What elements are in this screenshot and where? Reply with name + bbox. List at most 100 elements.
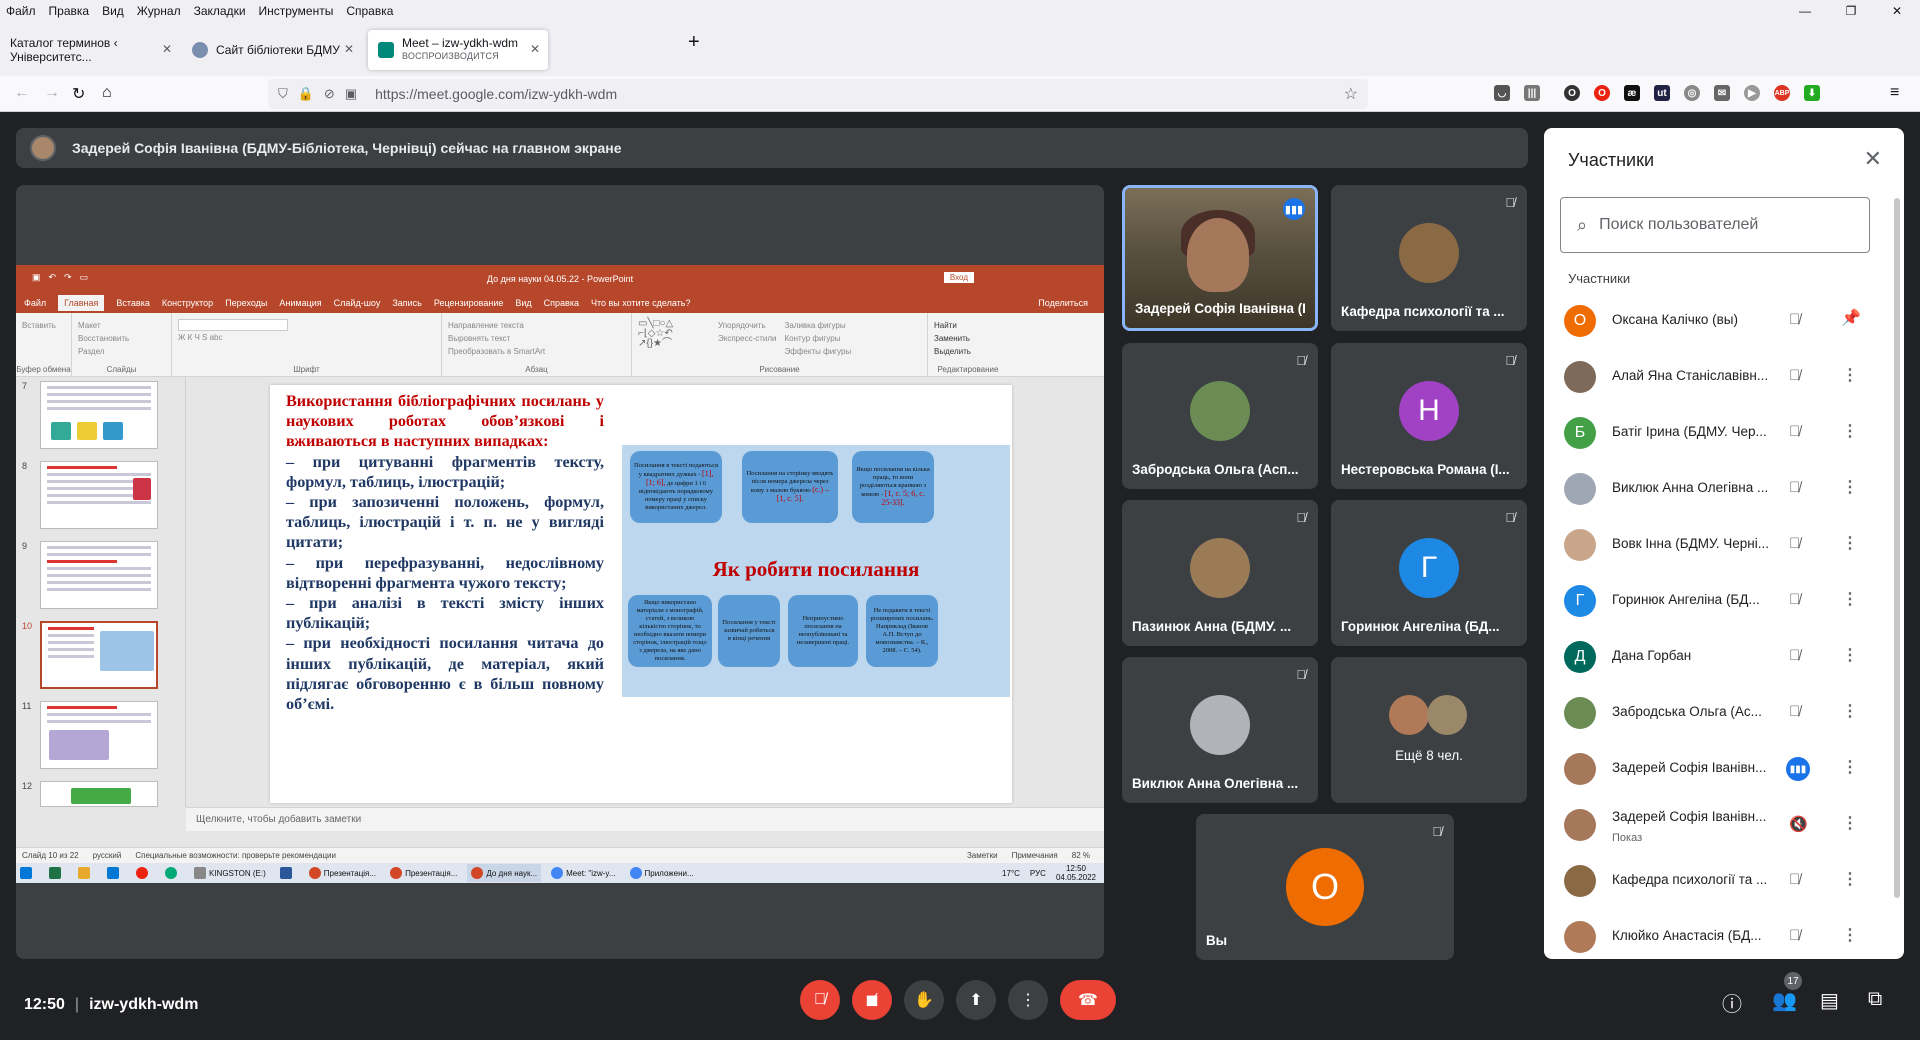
font-format-buttons[interactable]: Ж К Ч S abc <box>178 331 435 344</box>
reload-icon[interactable]: ↻ <box>72 84 85 104</box>
ut-icon[interactable]: ut <box>1654 85 1670 101</box>
mail-icon[interactable]: ✉ <box>1714 85 1730 101</box>
participant-row[interactable]: Кафедра психології та ... 🎙̸ ⋮ <box>1544 853 1888 909</box>
select-button[interactable]: Выделить <box>934 345 1002 358</box>
mic-off-icon[interactable]: 🎙̸ <box>1789 479 1800 496</box>
tile-zaderei[interactable]: ▮▮▮ Задерей Софія Іванівна (БДМУ-Бібліот… <box>1122 185 1318 331</box>
close-icon[interactable]: ✕ <box>344 42 354 56</box>
participant-row[interactable]: Клюйко Анастасія (БД... 🎙̸ ⋮ <box>1544 909 1888 959</box>
menu-file[interactable]: Файл <box>6 4 36 18</box>
notes-pane[interactable]: Щелкните, чтобы добавить заметки <box>186 807 1104 831</box>
ppt-login-button[interactable]: Вход <box>943 272 974 283</box>
slide-thumbnail[interactable] <box>40 381 158 449</box>
paste-button[interactable]: Вставить <box>22 319 65 332</box>
raise-hand-icon[interactable]: ✋ <box>904 980 944 1020</box>
ppt-tab[interactable]: Главная <box>58 295 105 311</box>
tile-pazyniuk[interactable]: 🎙̸ Пазинюк Анна (БДМУ. ... <box>1122 500 1318 646</box>
shape-fill-button[interactable]: Заливка фигуры <box>785 319 852 332</box>
find-button[interactable]: Найти <box>934 319 1002 332</box>
more-vert-icon[interactable]: ⋮ <box>1842 701 1858 721</box>
translate-icon[interactable]: ◎ <box>1684 85 1700 101</box>
ppt-tab[interactable]: Запись <box>392 298 422 308</box>
pin-icon[interactable]: 📌 <box>1841 308 1861 328</box>
new-tab-icon[interactable]: + <box>688 31 700 54</box>
menu-view[interactable]: Вид <box>102 4 124 18</box>
star-icon[interactable]: ☆ <box>1344 84 1358 104</box>
more-vert-icon[interactable]: ⋮ <box>1842 477 1858 497</box>
menu-bookmarks[interactable]: Закладки <box>194 4 246 18</box>
taskbar-app[interactable] <box>132 864 155 882</box>
menu-help[interactable]: Справка <box>346 4 393 18</box>
participant-row[interactable]: Б Батіг Ірина (БДМУ. Чер... 🎙̸ ⋮ <box>1544 405 1888 461</box>
layout-button[interactable]: Макет <box>78 319 165 332</box>
mic-off-icon[interactable]: 🎙̸ <box>1789 647 1800 664</box>
mic-off-icon[interactable]: 🎙̸ <box>800 980 840 1020</box>
ppt-tab[interactable]: Слайд-шоу <box>334 298 381 308</box>
shape-outline-button[interactable]: Контур фигуры <box>785 332 852 345</box>
home-icon[interactable]: ⌂ <box>102 84 112 102</box>
end-call-icon[interactable]: ☎ <box>1060 980 1116 1020</box>
more-vert-icon[interactable]: ⋮ <box>1842 421 1858 441</box>
font-name-input[interactable] <box>178 319 288 331</box>
shape-effects-button[interactable]: Эффекты фигуры <box>785 345 852 358</box>
participant-row[interactable]: Задерей Софія Іванівн... ▮▮▮ ⋮ <box>1544 741 1888 797</box>
play-icon[interactable]: ▶ <box>1744 85 1760 101</box>
participant-row[interactable]: Д Дана Горбан 🎙̸ ⋮ <box>1544 629 1888 685</box>
mic-off-icon[interactable]: 🎙̸ <box>1789 871 1800 888</box>
shapes-gallery[interactable]: ▭╲□○△ ⌐⌊◇☆↶ ↗{}★⌒ <box>638 319 714 355</box>
close-window-icon[interactable]: ✕ <box>1874 0 1920 22</box>
forward-arrow-icon[interactable]: → <box>44 84 60 102</box>
current-slide[interactable]: Використання бібліографічних посилань у … <box>270 385 1012 803</box>
participant-row[interactable]: Г Горинюк Ангеліна (БД... 🎙̸ ⋮ <box>1544 573 1888 629</box>
input-language[interactable]: РУС <box>1030 869 1046 878</box>
more-vert-icon[interactable]: ⋮ <box>1842 925 1858 945</box>
chat-icon[interactable]: ▤ <box>1820 988 1839 1013</box>
search-input[interactable]: ⌕ Поиск пользователей <box>1560 197 1870 253</box>
section-button[interactable]: Раздел <box>78 345 165 358</box>
download-icon[interactable]: ⬇ <box>1804 85 1820 101</box>
slide-thumbnail[interactable] <box>40 701 158 769</box>
ppt-tell-me[interactable]: Что вы хотите сделать? <box>591 298 691 308</box>
ppt-tab[interactable]: Вставка <box>116 298 149 308</box>
library-icon[interactable]: ||| <box>1524 85 1540 101</box>
taskbar-app[interactable] <box>74 864 97 882</box>
ppt-share[interactable]: Поделиться <box>1038 298 1088 308</box>
taskbar-app[interactable]: Meet: "izw-y... <box>547 864 619 882</box>
participant-row[interactable]: Задерей Софія Іванівн... Показ 🔇 ⋮ <box>1544 797 1888 853</box>
close-icon[interactable]: ✕ <box>530 42 540 56</box>
text-direction-button[interactable]: Направление текста <box>448 319 625 332</box>
more-vert-icon[interactable]: ⋮ <box>1842 365 1858 385</box>
smartart-button[interactable]: Преобразовать в SmartArt <box>448 345 625 358</box>
tile-kafedra[interactable]: 🎙̸ Кафедра психології та ... <box>1331 185 1527 331</box>
panel-scrollbar[interactable] <box>1892 190 1902 950</box>
taskbar-app[interactable] <box>103 864 126 882</box>
participant-row[interactable]: Виклюк Анна Олегівна ... 🎙̸ ⋮ <box>1544 461 1888 517</box>
volume-off-icon[interactable]: 🔇 <box>1789 815 1808 833</box>
extension-icon[interactable]: O <box>1564 85 1580 101</box>
comments-toggle[interactable]: Примечания <box>1012 851 1058 860</box>
mic-off-icon[interactable]: 🎙̸ <box>1789 423 1800 440</box>
ae-icon[interactable]: æ <box>1624 85 1640 101</box>
restore-icon[interactable]: ❐ <box>1828 0 1874 22</box>
tab-catalog[interactable]: Каталог терминов ‹ Університетс... ✕ <box>0 30 180 70</box>
close-icon[interactable]: ✕ <box>1864 146 1882 172</box>
ppt-tab[interactable]: Справка <box>544 298 579 308</box>
taskbar-app[interactable] <box>161 864 184 882</box>
taskbar-app[interactable]: Приложени... <box>626 864 698 882</box>
people-icon[interactable]: 👥 <box>1772 988 1797 1013</box>
arrange-button[interactable]: Упорядочить <box>718 319 777 332</box>
close-icon[interactable]: ✕ <box>162 42 172 56</box>
back-arrow-icon[interactable]: ← <box>14 84 30 102</box>
more-vert-icon[interactable]: ⋮ <box>1842 645 1858 665</box>
more-options-icon[interactable]: ⋮ <box>1008 980 1048 1020</box>
opera-icon[interactable]: O <box>1594 85 1610 101</box>
ppt-tab[interactable]: Конструктор <box>162 298 213 308</box>
tile-vykliuk[interactable]: 🎙̸ Виклюк Анна Олегівна ... <box>1122 657 1318 803</box>
ppt-tab[interactable]: Рецензирование <box>434 298 504 308</box>
more-vert-icon[interactable]: ⋮ <box>1842 757 1858 777</box>
tile-nesterovska[interactable]: 🎙̸ Н Нестеровська Романа (I... <box>1331 343 1527 489</box>
taskbar-app[interactable] <box>45 864 68 882</box>
mic-off-icon[interactable]: 🎙̸ <box>1789 535 1800 552</box>
adblock-icon[interactable]: ABP <box>1774 85 1790 101</box>
windows-start-icon[interactable] <box>16 864 39 882</box>
